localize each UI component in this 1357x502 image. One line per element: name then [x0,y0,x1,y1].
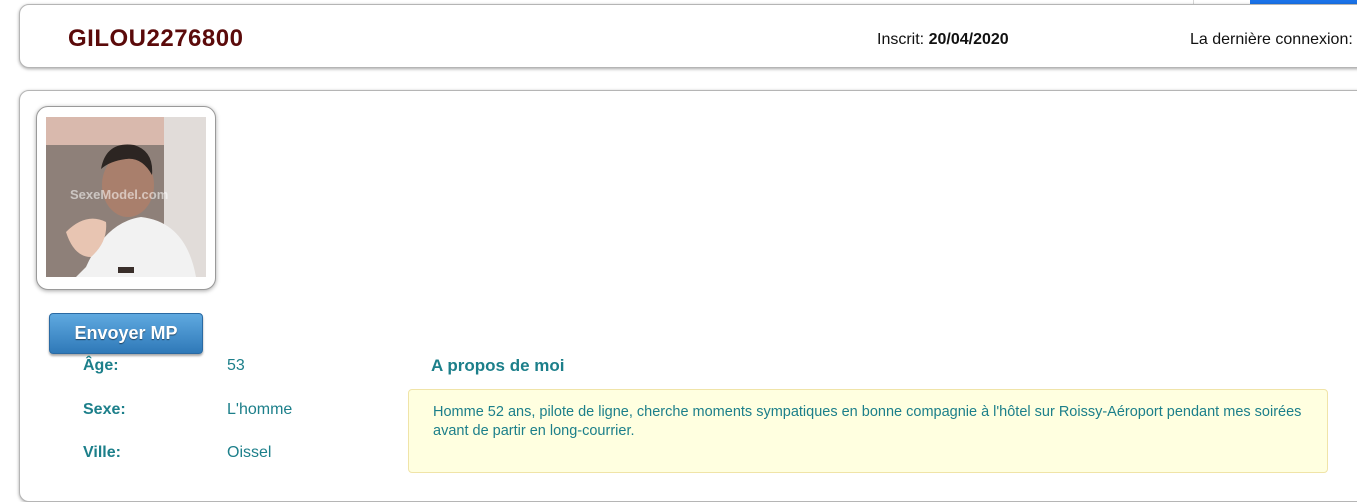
about-me-title: A propos de moi [431,356,565,375]
registered-info: Inscrit: 20/04/2020 [877,31,1009,49]
age-value: 53 [227,357,245,374]
registered-label: Inscrit: [877,31,925,48]
about-me-text: Homme 52 ans, pilote de ligne, cherche m… [408,389,1328,473]
last-login-label: La dernière connexion: [1190,31,1353,48]
profile-username: GILOU2276800 [68,25,244,52]
sex-label: Sexe: [83,401,126,418]
avatar-frame[interactable]: SexeModel.com [36,106,216,290]
profile-header-card: GILOU2276800 Inscrit: 20/04/2020 La dern… [19,4,1357,68]
last-login-info: La dernière connexion: 2 [1190,31,1357,49]
city-label: Ville: [83,444,121,461]
city-value: Oissel [227,444,272,461]
send-private-message-button[interactable]: Envoyer MP [49,313,203,354]
sex-value: L'homme [227,401,293,418]
photo-watermark: SexeModel.com [70,187,169,202]
age-label: Âge: [83,357,119,374]
registered-date: 20/04/2020 [928,31,1009,48]
profile-photo[interactable]: SexeModel.com [46,117,206,277]
